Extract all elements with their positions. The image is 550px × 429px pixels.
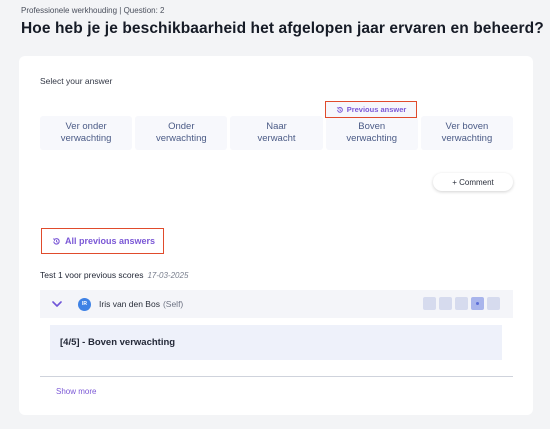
show-more-link[interactable]: Show more	[56, 387, 96, 396]
score-box	[439, 297, 452, 310]
add-comment-button[interactable]: + Comment	[433, 173, 513, 191]
test-date: 17-03-2025	[147, 271, 189, 280]
option-onder-verwachting[interactable]: Onder verwachting	[135, 116, 228, 150]
test-title: Test 1 voor previous scores	[40, 270, 144, 280]
question-title: Hoe heb je je beschikbaarheid het afgelo…	[21, 20, 544, 37]
breadcrumb: Professionele werkhouding | Question: 2	[21, 6, 165, 15]
chevron-down-icon[interactable]	[52, 298, 72, 310]
answer-options: Ver onder verwachting Onder verwachting …	[40, 116, 514, 150]
person-score-row[interactable]: IR Iris van den Bos (Self)	[40, 290, 513, 318]
answer-card: Select your answer Ver onder verwachting…	[19, 56, 533, 415]
previous-answer-tag: Previous answer	[325, 101, 417, 118]
option-boven-verwachting[interactable]: Boven verwachting	[325, 116, 418, 150]
history-icon	[336, 106, 343, 113]
divider	[40, 376, 513, 377]
score-box	[423, 297, 436, 310]
option-ver-onder-verwachting[interactable]: Ver onder verwachting	[40, 116, 133, 150]
person-name: Iris van den Bos (Self)	[99, 299, 183, 309]
previous-answer-value: [4/5] - Boven verwachting	[50, 325, 502, 360]
previous-answer-label: Previous answer	[346, 105, 407, 114]
select-answer-label: Select your answer	[40, 76, 113, 86]
score-box	[471, 297, 484, 310]
score-indicator	[423, 297, 500, 310]
option-ver-boven-verwachting[interactable]: Ver boven verwachting	[420, 116, 514, 150]
test-heading: Test 1 voor previous scores 17-03-2025	[40, 270, 188, 280]
avatar: IR	[78, 297, 91, 311]
person-role: (Self)	[162, 299, 184, 309]
all-previous-answers-label: All previous answers	[65, 236, 156, 246]
history-icon	[52, 237, 60, 245]
score-box	[487, 297, 500, 310]
all-previous-answers-button[interactable]: All previous answers	[41, 228, 164, 254]
person-name-text: Iris van den Bos	[99, 299, 160, 309]
option-naar-verwacht[interactable]: Naar verwacht	[230, 116, 323, 150]
score-box	[455, 297, 468, 310]
